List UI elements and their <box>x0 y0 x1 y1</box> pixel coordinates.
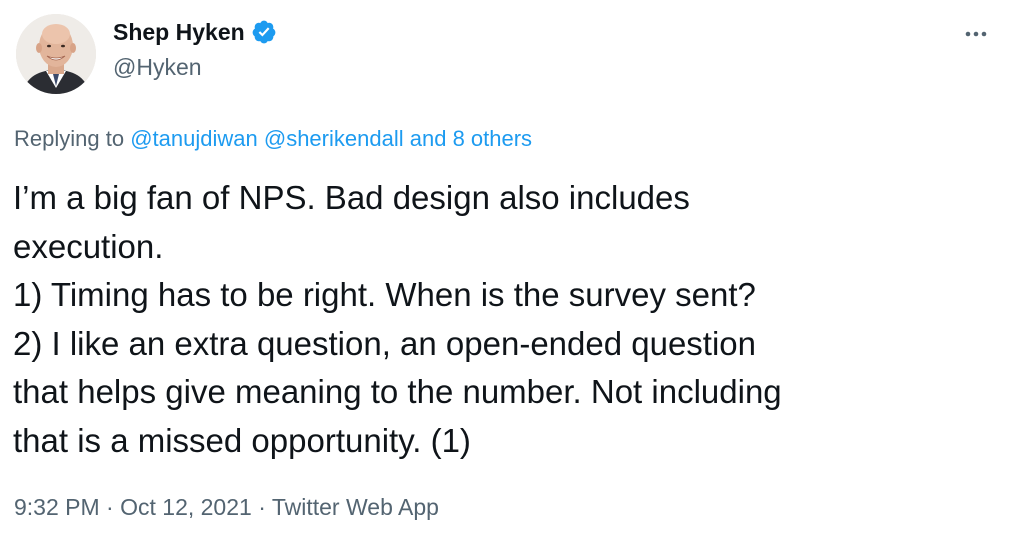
tweet-text: I’m a big fan of NPS. Bad design also in… <box>13 174 1003 465</box>
tweet-date[interactable]: Oct 12, 2021 <box>120 494 252 520</box>
author-handle[interactable]: @Hyken <box>113 52 202 82</box>
meta-separator: · <box>106 494 114 520</box>
tweet-source[interactable]: Twitter Web App <box>272 494 439 520</box>
tweet-text-line: 1) Timing has to be right. When is the s… <box>13 276 756 313</box>
tweet-card: Shep Hyken @Hyken Replying to @tanujdiwa… <box>0 0 1024 533</box>
mention-link[interactable]: @sherikendall <box>264 126 404 151</box>
author-name-row[interactable]: Shep Hyken <box>113 17 277 47</box>
avatar[interactable] <box>16 14 96 94</box>
tweet-meta: 9:32 PM · Oct 12, 2021 · Twitter Web App <box>14 492 439 522</box>
author-name[interactable]: Shep Hyken <box>113 17 245 47</box>
and-label[interactable]: and <box>410 126 447 151</box>
meta-separator: · <box>258 494 266 520</box>
mention-link[interactable]: @tanujdiwan <box>130 126 258 151</box>
tweet-text-line: execution. <box>13 227 164 265</box>
verified-badge-icon <box>251 19 277 45</box>
tweet-time[interactable]: 9:32 PM <box>14 494 100 520</box>
tweet-text-line: I’m a big fan of NPS. Bad design also in… <box>13 179 690 216</box>
tweet-text-line: 2) I like an extra question, an open-end… <box>13 324 757 362</box>
tweet-text-line: that helps give meaning to the number. N… <box>13 373 782 410</box>
replying-to-label: Replying to <box>14 126 125 151</box>
replying-to: Replying to @tanujdiwan @sherikendall an… <box>14 124 532 154</box>
more-horizontal-icon[interactable] <box>958 22 994 46</box>
others-link[interactable]: 8 others <box>453 126 533 151</box>
avatar-image <box>16 14 96 94</box>
tweet-text-line: that is a missed opportunity. (1) <box>13 421 471 459</box>
